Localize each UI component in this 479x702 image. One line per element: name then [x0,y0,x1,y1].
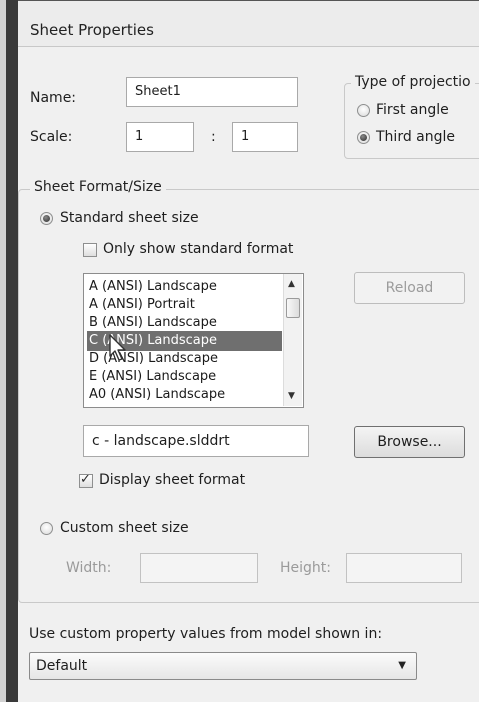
custom-sheet-size-radio[interactable] [40,522,53,535]
third-angle-label: Third angle [376,129,456,145]
sheet-format-file-input[interactable]: c - landscape.slddrt [83,425,309,457]
projection-group [344,83,479,159]
list-item[interactable]: A (ANSI) Portrait [87,295,282,315]
only-standard-format-label: Only show standard format [103,241,294,257]
third-angle-radio[interactable] [357,131,370,144]
name-label: Name: [30,90,77,106]
only-standard-format-checkbox[interactable] [83,243,97,257]
display-sheet-format-checkbox[interactable] [79,472,93,488]
mouse-pointer-icon [109,334,126,361]
list-item[interactable]: A (ANSI) Landscape [87,277,282,297]
height-label: Height: [280,560,331,576]
scale-separator: : [211,129,216,145]
list-item[interactable]: B (ANSI) Landscape [87,313,282,333]
scroll-up-arrow-icon[interactable]: ▲ [288,279,295,289]
scroll-down-arrow-icon[interactable]: ▼ [288,391,295,401]
model-property-label: Use custom property values from model sh… [29,626,383,642]
screenshot-frame: Sheet Properties Name: Sheet1 Scale: 1 :… [0,0,479,702]
dialog-title-bar[interactable]: Sheet Properties [18,1,479,47]
standard-sheet-size-label: Standard sheet size [60,210,199,226]
sheet-list-scrollbar[interactable]: ▲ ▼ [283,274,302,406]
width-label: Width: [66,560,112,576]
sheet-properties-dialog: Sheet Properties Name: Sheet1 Scale: 1 :… [18,0,479,702]
list-item[interactable]: E (ANSI) Landscape [87,367,282,387]
dialog-title: Sheet Properties [30,21,154,39]
first-angle-label: First angle [376,102,449,118]
scale-label: Scale: [30,129,73,145]
list-item[interactable]: A0 (ANSI) Landscape [87,385,282,405]
model-view-selected-value: Default [36,658,88,674]
height-input[interactable] [346,553,462,583]
scale-denominator-input[interactable]: 1 [232,122,298,152]
projection-group-label: Type of projectio [351,74,475,90]
display-sheet-format-label: Display sheet format [99,472,246,488]
scale-numerator-input[interactable]: 1 [126,122,194,152]
width-input[interactable] [140,553,258,583]
window-shadow-edge [6,0,18,702]
name-input[interactable]: Sheet1 [126,77,298,107]
reload-button[interactable]: Reload [354,272,465,304]
browse-button[interactable]: Browse... [354,426,465,458]
chevron-down-icon: ▼ [398,660,406,671]
sheet-format-group-label: Sheet Format/Size [30,179,166,195]
standard-sheet-size-radio[interactable] [40,212,53,225]
scrollbar-thumb[interactable] [286,298,300,318]
model-view-dropdown[interactable]: Default ▼ [29,652,417,680]
first-angle-radio[interactable] [357,104,370,117]
custom-sheet-size-label: Custom sheet size [60,520,189,536]
